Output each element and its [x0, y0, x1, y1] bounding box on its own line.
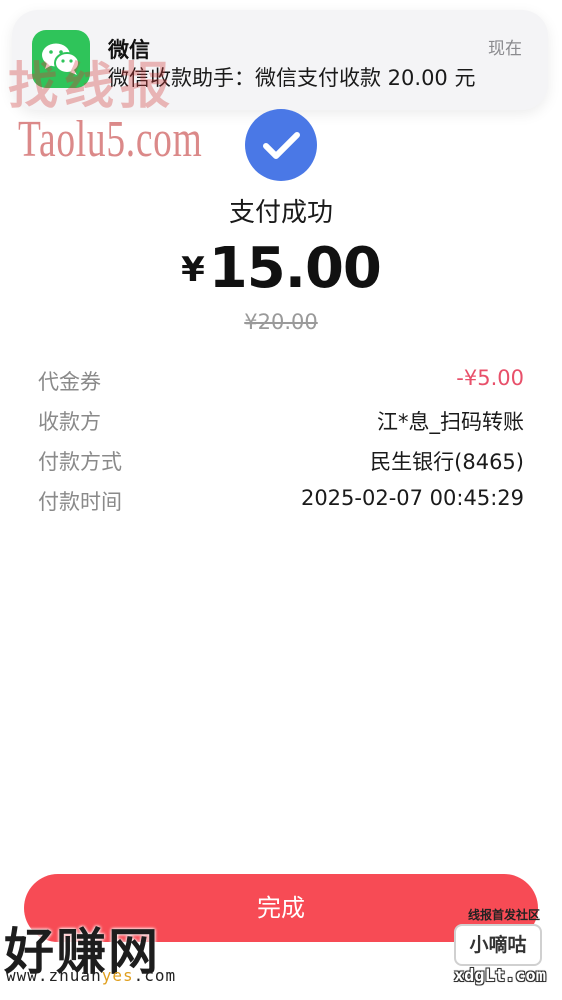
watermark-url-highlight: yes — [101, 966, 134, 985]
detail-row-payment-method: 付款方式 民生银行(8465) — [38, 442, 524, 482]
detail-label: 代金券 — [38, 370, 101, 394]
watermark-xd-url: xdgLt.com — [453, 966, 546, 986]
detail-row-payee: 收款方 江*息_扫码转账 — [38, 402, 524, 442]
payment-details: 代金券 -¥5.00 收款方 江*息_扫码转账 付款方式 民生银行(8465) … — [38, 362, 524, 522]
detail-label: 付款方式 — [38, 450, 122, 474]
payment-status: 支付成功 — [228, 198, 333, 228]
detail-value: 民生银行(8465) — [370, 450, 524, 474]
detail-row-voucher: 代金券 -¥5.00 — [38, 362, 524, 402]
notification-time: 现在 — [488, 39, 522, 59]
detail-label: 收款方 — [38, 410, 101, 434]
watermark-top-chinese: 找线报 — [8, 56, 176, 115]
detail-row-payment-time: 付款时间 2025-02-07 00:45:29 — [38, 482, 524, 522]
success-check-icon — [245, 109, 317, 181]
currency-symbol: ¥ — [181, 250, 205, 290]
detail-value: 江*息_扫码转账 — [377, 410, 524, 434]
watermark-zhuanyes-url: www.zhuanyes.com — [6, 966, 176, 985]
detail-value: 2025-02-07 00:45:29 — [300, 486, 524, 510]
original-amount: ¥20.00 — [244, 310, 318, 334]
detail-value: -¥5.00 — [456, 366, 524, 390]
payment-amount: ¥15.00 — [0, 236, 562, 301]
watermark-url-part: www.zhuan — [6, 966, 102, 985]
watermark-url-part: .com — [133, 966, 177, 985]
watermark-taolu5: Taolu5.com — [18, 111, 203, 168]
watermark-xd-slogan: 线报首发社区 — [467, 908, 540, 922]
amount-value: 15.00 — [208, 236, 382, 301]
watermark-xd-logo: 小嘀咕 — [454, 924, 542, 966]
detail-label: 付款时间 — [38, 490, 122, 514]
